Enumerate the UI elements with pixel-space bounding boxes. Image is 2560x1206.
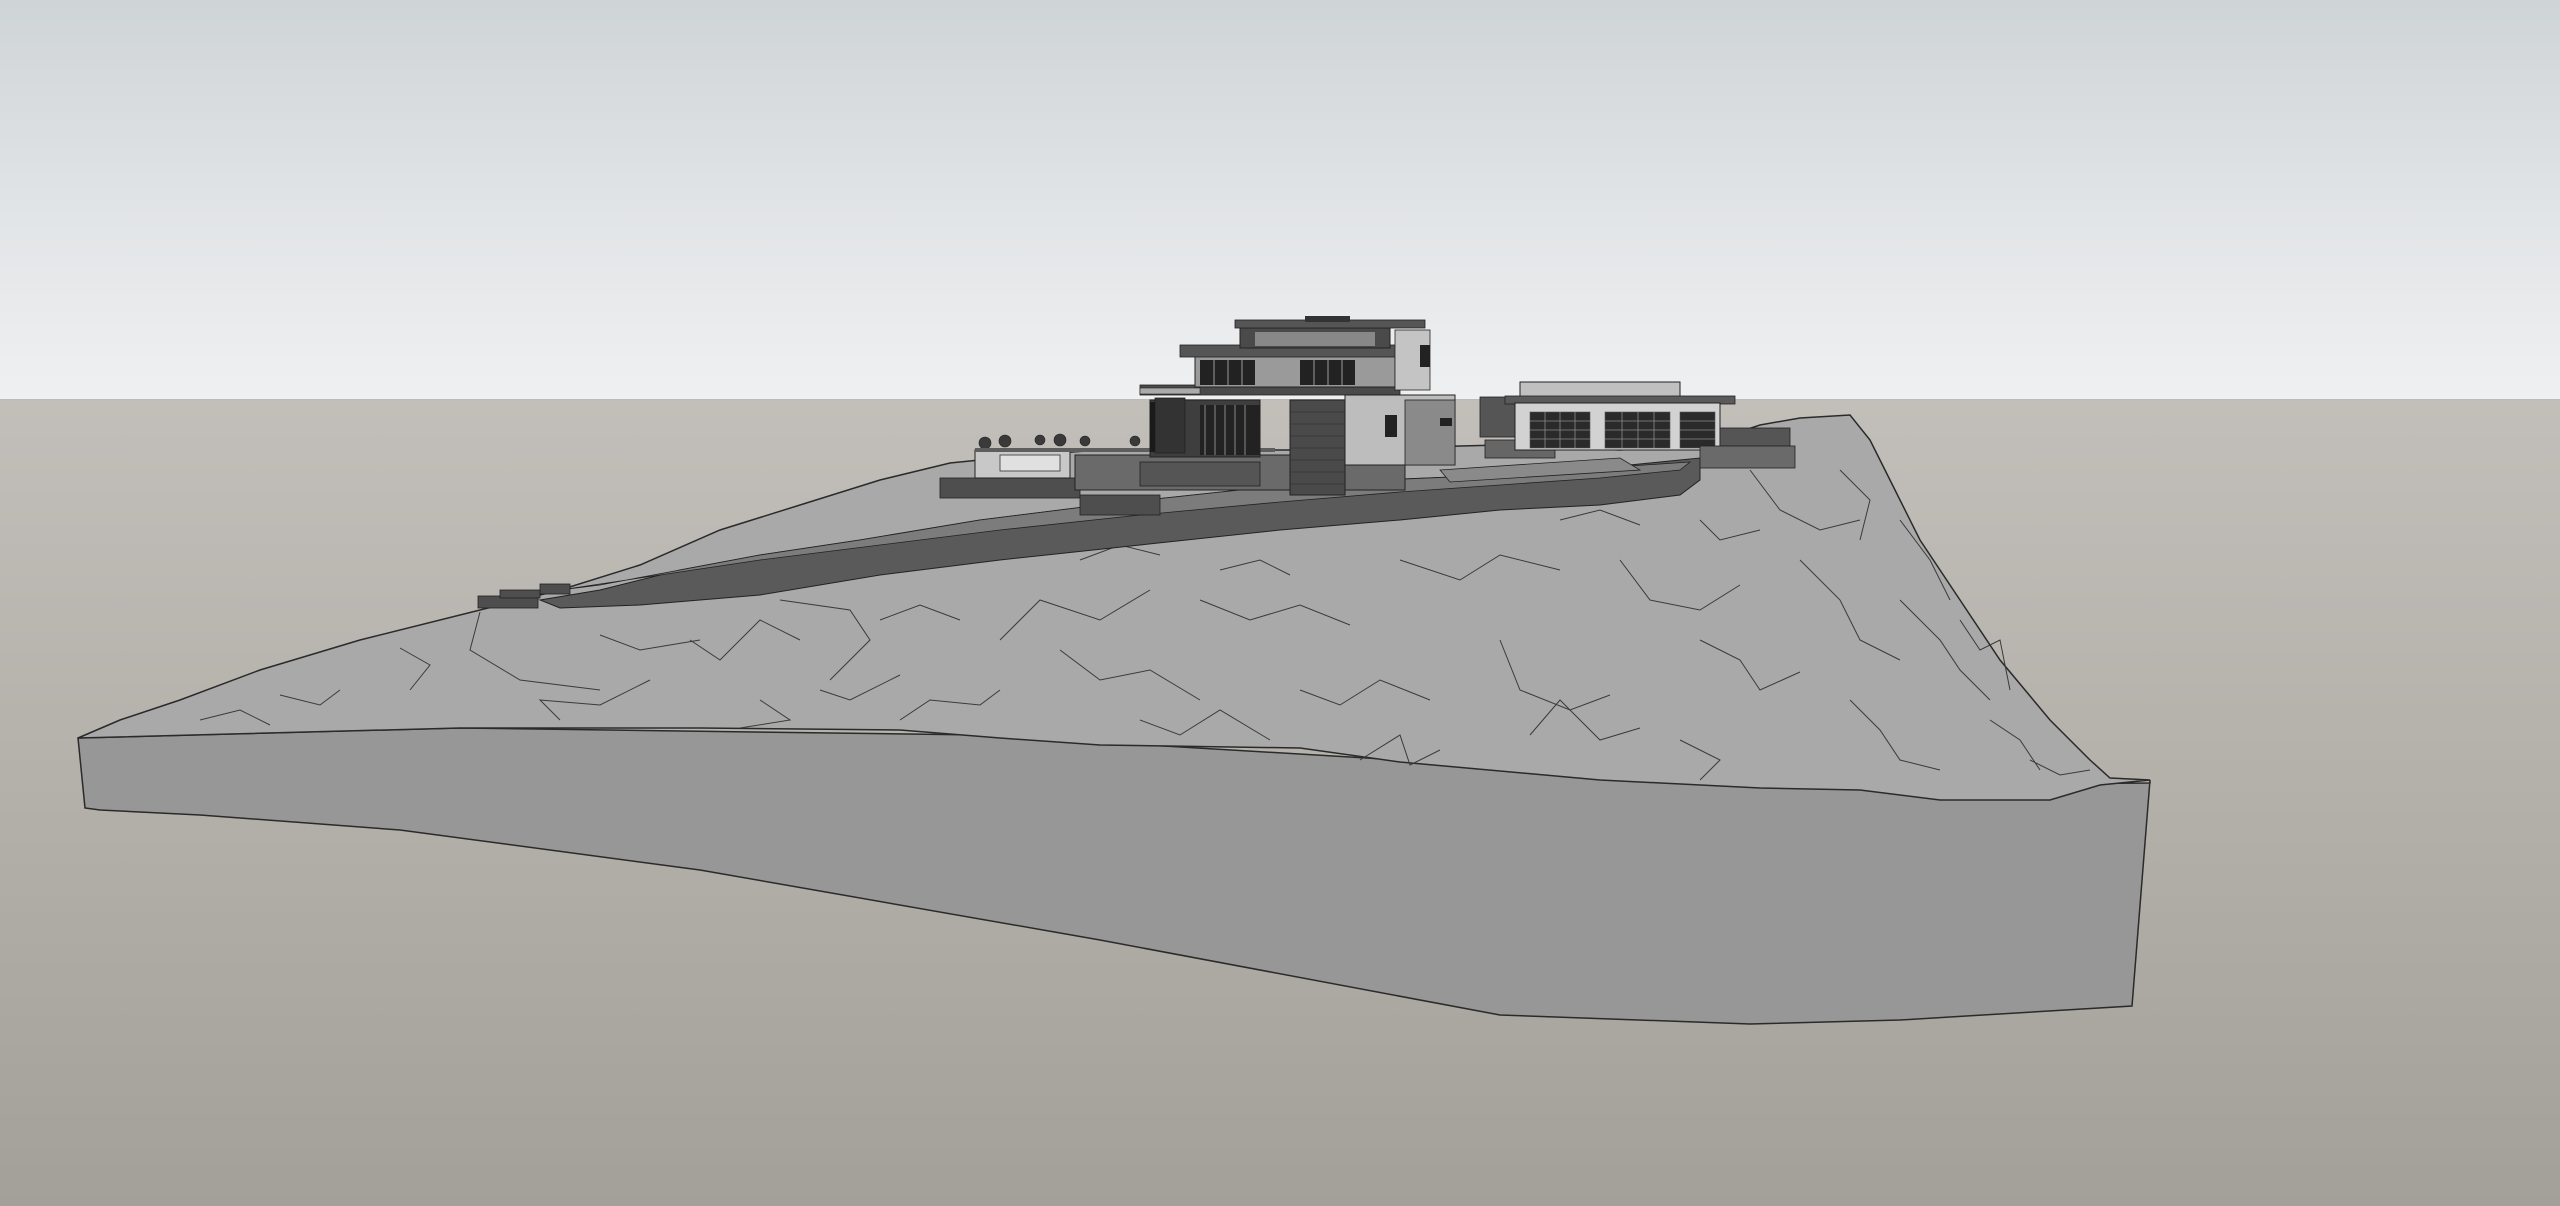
planter-trees — [978, 433, 1141, 450]
3d-model-viewport[interactable] — [0, 0, 2560, 1206]
model-scene[interactable] — [0, 0, 2560, 1206]
